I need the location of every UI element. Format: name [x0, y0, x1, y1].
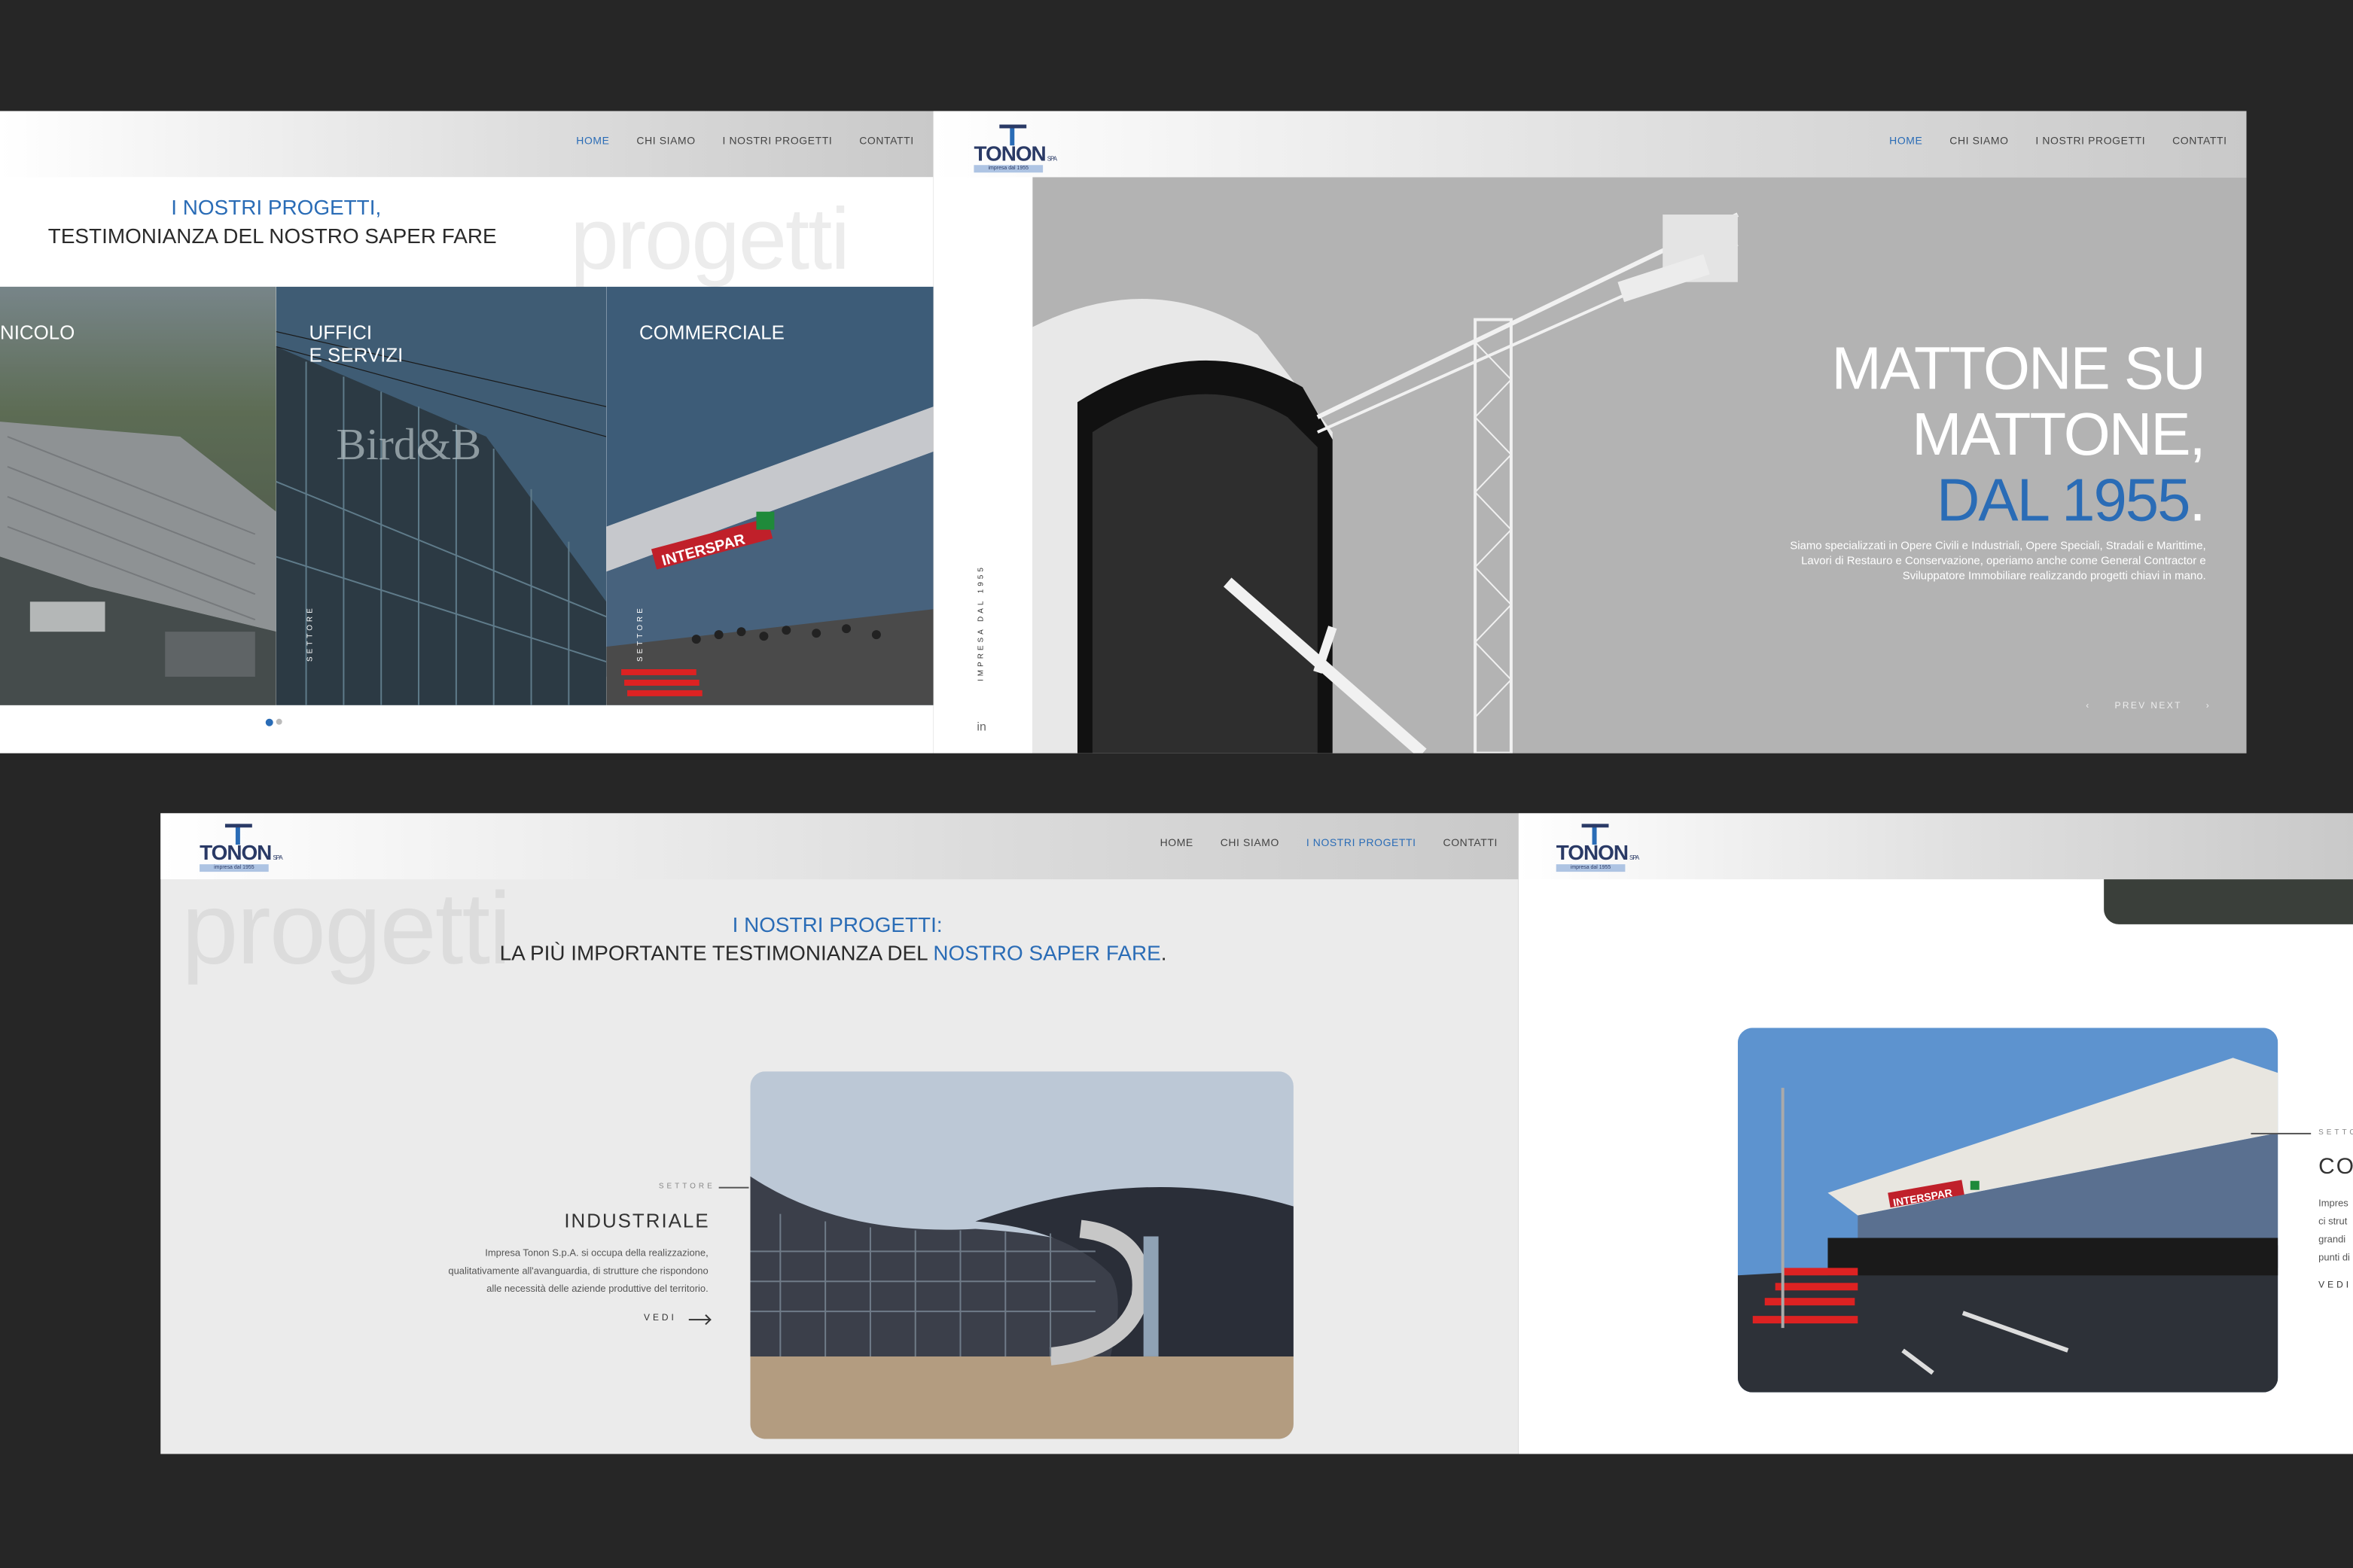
watermark-text: progetti	[570, 190, 850, 288]
sector-title: INDUSTRIALE	[564, 1209, 710, 1232]
vedi-label[interactable]: VEDI	[644, 1314, 677, 1323]
headline-dark: TESTIMONIANZA DEL NOSTRO SAPER FARE	[47, 224, 497, 248]
arrow-right-icon	[688, 1314, 712, 1325]
sector-label: SETTORE	[658, 1182, 715, 1192]
nav-home[interactable]: HOME	[1889, 136, 1922, 147]
tonon-logo[interactable]: TONON SPA impresa dal 1955	[974, 120, 1079, 180]
desc-line: punti di	[2318, 1253, 2350, 1264]
tonon-logo[interactable]: TONON SPA impresa dal 1955	[1556, 819, 1662, 879]
logo-tagline: impresa dal 1955	[974, 165, 1044, 173]
nav-home[interactable]: HOME	[1160, 839, 1193, 849]
headline-dark: LA PIÙ IMPORTANTE TESTIMONIANZA DEL NOST…	[499, 940, 1167, 965]
hero-title: MATTONE SU MATTONE, DAL 1955.	[1831, 336, 2206, 534]
sector-title: CO	[2318, 1153, 2353, 1180]
headline-blue: I NOSTRI PROGETTI,	[171, 195, 382, 220]
main-nav: HOME CHI SIAMO I NOSTRI PROGETTI CONTATT…	[576, 136, 913, 147]
card-label-uffici: UFFICI E SERVIZI	[309, 321, 404, 367]
desc-line: ci strut	[2318, 1216, 2348, 1228]
building-image	[750, 1071, 1294, 1439]
mall-image: INTERSPAR	[1737, 1028, 2278, 1393]
prev-project-photo-edge[interactable]	[2104, 879, 2353, 924]
vedi-link[interactable]: VEDI	[2318, 1281, 2351, 1290]
nav-progetti[interactable]: I NOSTRI PROGETTI	[1306, 839, 1416, 849]
slider-dot-active[interactable]	[265, 718, 273, 726]
commercial-building-photo[interactable]: INTERSPAR	[1737, 1028, 2278, 1393]
nav-chi-siamo[interactable]: CHI SIAMO	[1949, 136, 2008, 147]
sector-connector-line	[718, 1186, 749, 1189]
panel-home-hero: TONON SPA impresa dal 1955 HOME CHI SIAMO…	[933, 111, 2247, 754]
card-sector-uffici: SETTORE	[306, 605, 315, 662]
shopping-center-photo: INTERSPAR	[606, 286, 934, 705]
nav-contatti[interactable]: CONTATTI	[859, 136, 913, 147]
panel-commerciale-detail: TONON SPA impresa dal 1955 INTERSPAR SETT…	[1518, 813, 2353, 1454]
chevron-left-icon[interactable]: ‹	[2086, 702, 2090, 711]
card-label-nicolo: NICOLO	[0, 321, 75, 344]
nav-home[interactable]: HOME	[576, 136, 609, 147]
nav-contatti[interactable]: CONTATTI	[1443, 839, 1498, 849]
svg-text:Bird&B: Bird&B	[336, 419, 481, 469]
hero-line-2: MATTONE,	[1912, 402, 2206, 468]
slider-dots	[265, 718, 282, 726]
hero-description: Siamo specializzati in Opere Civili e In…	[1790, 538, 2206, 583]
chevron-right-icon[interactable]: ›	[2206, 702, 2211, 711]
desc-line: Impres	[2318, 1198, 2348, 1210]
panel-projects-slider: HOME CHI SIAMO I NOSTRI PROGETTI CONTATT…	[0, 111, 934, 754]
nav-contatti[interactable]: CONTATTI	[2172, 136, 2227, 147]
sector-description: Impres ci strut grandi punti di	[2318, 1196, 2350, 1268]
nav-progetti[interactable]: I NOSTRI PROGETTI	[723, 136, 833, 147]
project-card-commerciale[interactable]: INTERSPAR COMMERCIALE SETTORE	[606, 286, 934, 705]
main-nav: HOME CHI SIAMO I NOSTRI PROGETTI CONTATT…	[1889, 136, 2227, 147]
main-nav: HOME CHI SIAMO I NOSTRI PROGETTI CONTATT…	[1160, 839, 1498, 849]
nav-progetti[interactable]: I NOSTRI PROGETTI	[2035, 136, 2145, 147]
desc-line: grandi	[2318, 1235, 2346, 1246]
hero-line-3: DAL 1955.	[1936, 467, 2206, 534]
linkedin-icon[interactable]: in	[977, 720, 986, 734]
logo-tagline: impresa dal 1955	[1556, 864, 1626, 872]
sector-connector-line	[2251, 1132, 2312, 1134]
card-overlay	[0, 286, 276, 705]
headline-blue: I NOSTRI PROGETTI:	[732, 912, 943, 936]
hero-line-1: MATTONE SU	[1831, 336, 2205, 403]
nav-chi-siamo[interactable]: CHI SIAMO	[1221, 839, 1279, 849]
card-sector-commerciale: SETTORE	[636, 605, 645, 662]
project-card-nicolo[interactable]: NICOLO	[0, 286, 276, 705]
prev-next-control[interactable]: ‹ PREV NEXT ›	[2086, 702, 2211, 711]
slider-dot[interactable]	[276, 718, 282, 725]
industrial-building-photo[interactable]	[750, 1071, 1294, 1439]
watermark-text: progetti	[181, 872, 511, 986]
logo-wordmark: TONON SPA	[200, 840, 283, 865]
side-tagline: IMPRESA DAL 1955	[977, 565, 986, 681]
vedi-link[interactable]: VEDI	[644, 1314, 712, 1325]
card-label-commerciale: COMMERCIALE	[639, 321, 785, 344]
mockup-stage: HOME CHI SIAMO I NOSTRI PROGETTI CONTATT…	[0, 0, 2353, 1568]
nav-chi-siamo[interactable]: CHI SIAMO	[636, 136, 695, 147]
logo-wordmark: TONON SPA	[974, 141, 1057, 166]
panel-progetti-detail: TONON SPA impresa dal 1955 HOME CHI SIAMO…	[160, 813, 1519, 1454]
sector-label: SETTO	[2318, 1128, 2353, 1137]
project-card-uffici[interactable]: Bird&B UFFICI E SERVIZI SETTORE	[276, 286, 607, 705]
prev-next-label[interactable]: PREV NEXT	[2115, 702, 2182, 711]
sector-description: Impresa Tonon S.p.A. si occupa della rea…	[448, 1248, 709, 1296]
logo-wordmark: TONON SPA	[1556, 840, 1640, 865]
